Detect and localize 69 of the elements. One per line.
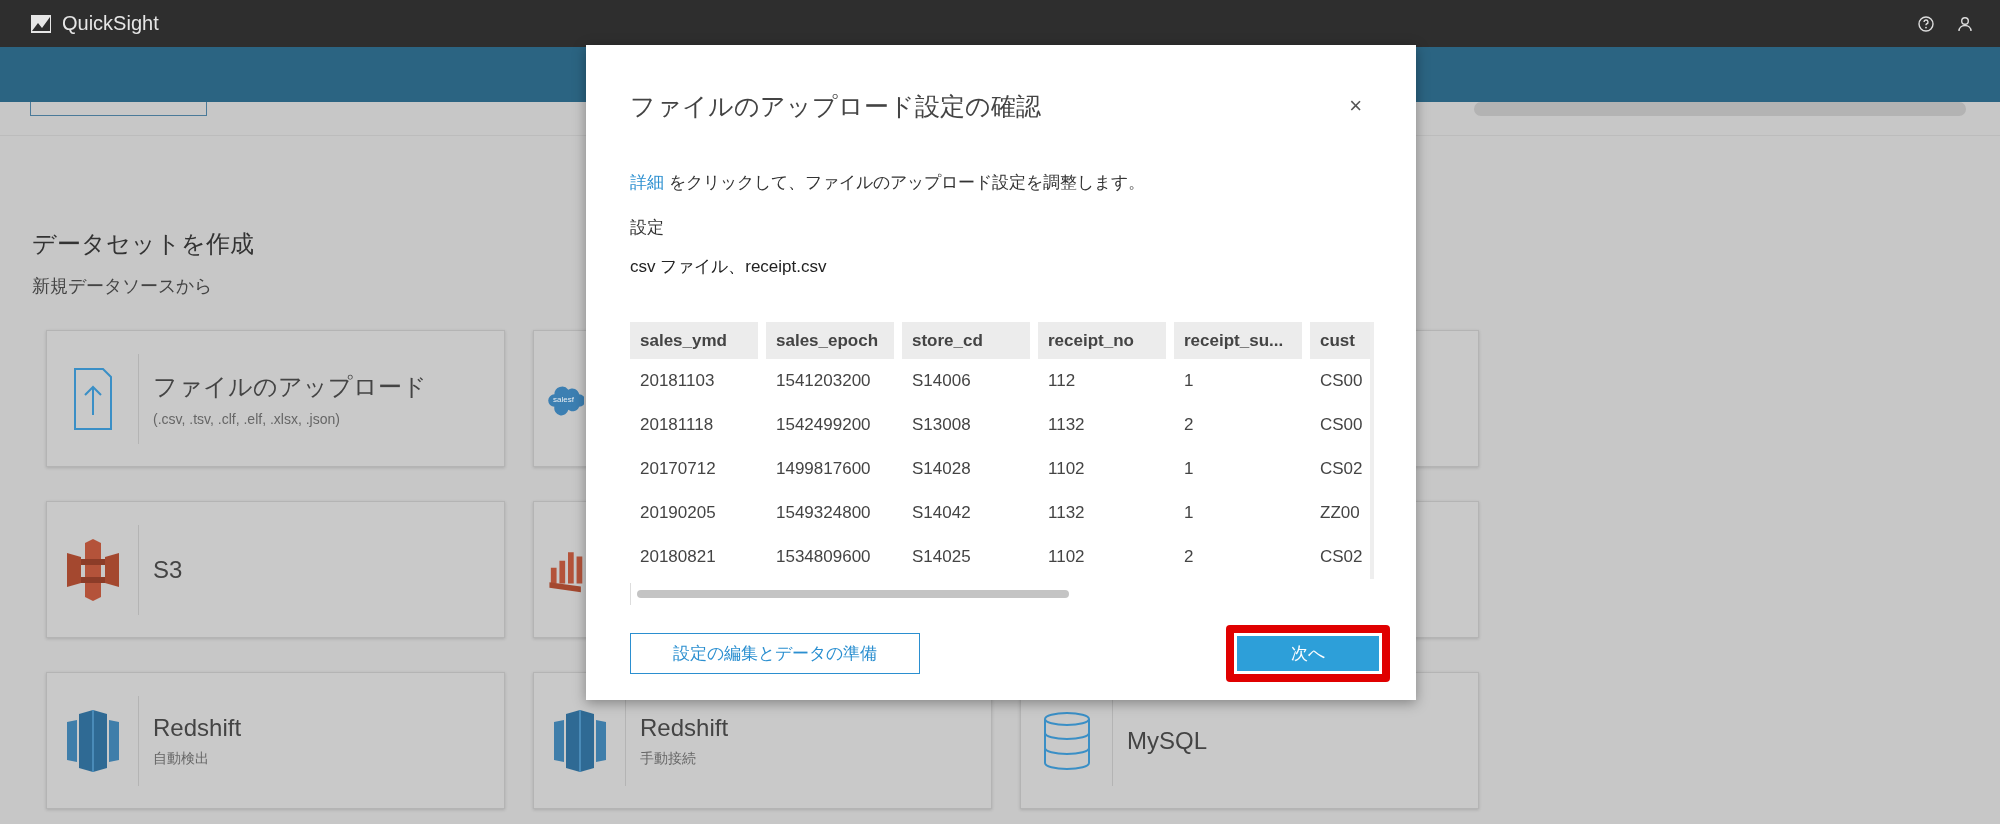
settings-label: 設定	[630, 217, 665, 239]
column-header: sales_ymd	[630, 322, 758, 359]
table-cell-text: CS02	[1319, 458, 1364, 480]
details-link[interactable]: 詳細	[630, 173, 664, 192]
card-title: S3	[153, 555, 183, 584]
table-cell-text: 1132	[1047, 414, 1086, 436]
table-cell-text: S13008	[911, 414, 972, 436]
table-cell-text: S14028	[911, 458, 972, 480]
column-header: store_cd	[902, 322, 1030, 359]
help-icon[interactable]	[1918, 15, 1934, 32]
table-cell-text: 1534809600	[775, 546, 872, 568]
table-cell-text: 1499817600	[775, 458, 872, 480]
app-name: QuickSight	[62, 12, 160, 35]
table-cell-text: 20170712	[639, 458, 717, 480]
table-cell-text: 2	[1183, 414, 1195, 436]
table-cell-text: 1	[1183, 458, 1195, 480]
data-source-card[interactable]: ファイルのアップロード (.csv, .tsv, .clf, .elf, .xlsx, .json)	[46, 330, 505, 467]
table-cell-text: CS02	[1319, 546, 1364, 568]
cylinder-stack-icon	[551, 707, 608, 774]
table-cell-text: 112	[1047, 370, 1077, 392]
table-cell-text: CS00	[1319, 414, 1364, 436]
table-cell-text: 1	[1183, 370, 1195, 392]
intro-text: 詳細 をクリックして、ファイルのアップロード設定を調整します。	[630, 172, 1146, 194]
settings-value: csv ファイル、receipt.csv	[630, 256, 828, 278]
card-subtitle: (.csv, .tsv, .clf, .elf, .xlsx, .json)	[153, 410, 341, 427]
column-header: receipt_no	[1038, 322, 1166, 359]
table-cell-text: 1	[1183, 502, 1195, 524]
dialog-title: ファイルのアップロード設定の確認	[630, 90, 1041, 122]
next-button[interactable]: 次へ	[1234, 633, 1382, 674]
card-title: MySQL	[1127, 726, 1207, 755]
column-header: sales_epoch	[766, 322, 894, 359]
scrollbar-thumb[interactable]	[637, 590, 1069, 598]
bucket-stack-icon	[64, 536, 121, 603]
card-title: Redshift	[153, 713, 242, 742]
data-source-card[interactable]: S3	[46, 501, 505, 638]
card-subtitle: 手動接続	[640, 749, 697, 768]
chart-logo-icon	[30, 13, 52, 34]
table-cell-text: 20181118	[639, 414, 715, 436]
table-cell-text: S14025	[911, 546, 972, 568]
edit-settings-button[interactable]: 設定の編集とデータの準備	[630, 633, 920, 674]
close-button[interactable]: ×	[1339, 93, 1372, 119]
column-header: cust	[1310, 322, 1370, 359]
section-subheading: 新規データソースから	[32, 275, 213, 298]
card-title: Redshift	[640, 713, 729, 742]
column-header: receipt_su...	[1174, 322, 1302, 359]
table-cell-text: 1541203200	[775, 370, 872, 392]
table-cell-text: 2	[1183, 546, 1195, 568]
data-source-card[interactable]: Redshift 自動検出	[46, 672, 505, 809]
table-cell-text: CS00	[1319, 370, 1364, 392]
table-cell-text: 20190205	[639, 502, 717, 524]
table-cell-text: 20180821	[639, 546, 717, 568]
table-cell-text: S14006	[911, 370, 972, 392]
table-cell-text: S14042	[911, 502, 972, 524]
table-cell-text: 1102	[1047, 546, 1086, 568]
outlined-button-edge[interactable]	[30, 102, 207, 116]
cylinder-stack-icon	[64, 707, 121, 774]
table-cell-text: 1549324800	[775, 502, 872, 524]
table-cell-text: ZZ00	[1319, 502, 1361, 524]
table-cell-text: 1132	[1047, 502, 1086, 524]
table-cell-text: 20181103	[639, 370, 716, 392]
section-heading: データセットを作成	[32, 229, 255, 259]
table-cell-text: 1102	[1047, 458, 1086, 480]
logo-text: salesf	[553, 394, 574, 404]
user-icon[interactable]	[1958, 15, 1972, 32]
table-cell-text: 1542499200	[775, 414, 872, 436]
database-icon	[1041, 710, 1092, 771]
file-upload-icon	[72, 366, 113, 431]
card-subtitle: 自動検出	[153, 749, 210, 768]
card-title: ファイルのアップロード	[153, 371, 427, 402]
